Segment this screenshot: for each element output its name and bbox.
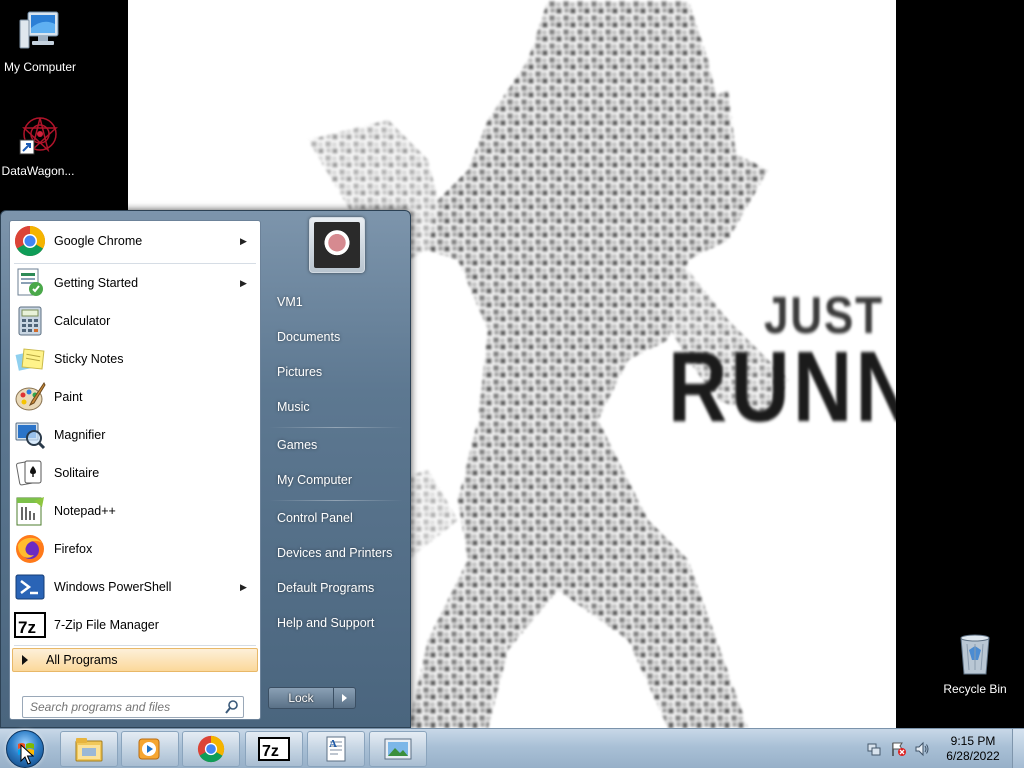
taskbar: 7z A 9:15 PM 6/28/2022 (0, 728, 1024, 768)
places-item-default-programs[interactable]: Default Programs (267, 573, 405, 603)
volume-icon[interactable] (914, 741, 930, 757)
separator (269, 427, 403, 428)
program-label: Notepad++ (54, 504, 116, 518)
chevron-right-icon (342, 694, 347, 702)
my-computer-icon (16, 8, 64, 56)
user-picture-icon (314, 222, 360, 268)
program-label: 7-Zip File Manager (54, 618, 159, 632)
firefox-icon (14, 533, 46, 565)
wallpaper-text-line2: RUNNI (668, 331, 896, 443)
notepadpp-icon (14, 495, 46, 527)
lock-button[interactable]: Lock (268, 687, 334, 709)
power-options-arrow-button[interactable] (334, 687, 356, 709)
program-label: Magnifier (54, 428, 106, 442)
paint-icon (14, 381, 46, 413)
program-label: Getting Started (54, 276, 139, 290)
program-item-solitaire[interactable]: Solitaire (12, 455, 258, 491)
mouse-cursor-icon (20, 744, 34, 765)
program-label: Solitaire (54, 466, 100, 480)
separator (269, 500, 403, 501)
picture-viewer-icon (384, 738, 412, 760)
taskbar-picture-viewer[interactable] (369, 731, 427, 767)
start-menu-places-pane: VM1 Documents Pictures Music Games My Co… (263, 211, 411, 729)
datawagon-icon (14, 112, 62, 160)
action-center-flag-icon[interactable] (890, 741, 906, 757)
powershell-icon (14, 571, 46, 603)
desktop-icon-my-computer[interactable]: My Computer (0, 8, 80, 74)
program-item-windows-powershell[interactable]: Windows PowerShell ▶ (12, 569, 258, 605)
places-item-music[interactable]: Music (267, 392, 405, 422)
desktop-icon-datawagon[interactable]: DataWagon... (0, 112, 78, 178)
places-item-my-computer[interactable]: My Computer (267, 465, 405, 495)
places-item-documents[interactable]: Documents (267, 322, 405, 352)
chrome-icon (14, 225, 46, 257)
lock-button-group: Lock (268, 687, 358, 709)
expand-arrow-icon (22, 655, 28, 665)
program-label: Calculator (54, 314, 111, 328)
start-search-box[interactable] (22, 696, 244, 718)
sticky-notes-icon (14, 343, 46, 375)
program-item-sticky-notes[interactable]: Sticky Notes (12, 341, 258, 377)
program-item-paint[interactable]: Paint (12, 379, 258, 415)
network-icon[interactable] (866, 741, 882, 757)
show-desktop-button[interactable] (1012, 729, 1024, 768)
submenu-arrow-icon: ▶ (240, 581, 247, 592)
program-item-magnifier[interactable]: Magnifier (12, 417, 258, 453)
user-avatar[interactable] (309, 217, 365, 273)
desktop-icon-label: DataWagon... (1, 164, 75, 178)
program-label: Google Chrome (54, 234, 143, 248)
program-item-calculator[interactable]: Calculator (12, 303, 258, 339)
magnifier-icon (14, 419, 46, 451)
taskbar-media-player[interactable] (121, 731, 179, 767)
clock-date: 6/28/2022 (946, 749, 1000, 763)
program-label: Windows PowerShell (54, 580, 172, 594)
file-explorer-icon (75, 738, 103, 762)
separator (14, 645, 256, 646)
svg-text:A: A (329, 738, 337, 750)
clock-time: 9:15 PM (950, 734, 996, 748)
places-item-pictures[interactable]: Pictures (267, 357, 405, 387)
wordpad-icon: A (326, 736, 346, 762)
all-programs-button[interactable]: All Programs (12, 648, 258, 672)
getting-started-icon (14, 267, 46, 299)
7zip-icon: 7z (14, 609, 46, 641)
solitaire-icon (14, 457, 46, 489)
media-player-icon (138, 738, 160, 760)
submenu-arrow-icon: ▶ (240, 277, 247, 288)
taskbar-7zip[interactable]: 7z (245, 731, 303, 767)
svg-text:7z: 7z (262, 743, 279, 760)
recycle-bin-icon (951, 630, 999, 678)
search-icon[interactable] (224, 699, 240, 715)
chrome-icon (197, 735, 225, 763)
start-menu: Google Chrome ▶ Getting Started ▶ Calcul… (0, 210, 411, 728)
desktop-icon-recycle-bin[interactable]: Recycle Bin (935, 630, 1015, 696)
places-item-devices-and-printers[interactable]: Devices and Printers (267, 538, 405, 568)
program-item-notepadpp[interactable]: Notepad++ (12, 493, 258, 529)
desktop-icon-label: My Computer (3, 60, 77, 74)
taskbar-wordpad[interactable]: A (307, 731, 365, 767)
places-item-vm1[interactable]: VM1 (267, 287, 405, 317)
7zip-icon: 7z (258, 737, 290, 761)
program-label: Firefox (54, 542, 93, 556)
start-menu-programs-pane: Google Chrome ▶ Getting Started ▶ Calcul… (9, 220, 261, 720)
desktop-icon-label: Recycle Bin (943, 682, 1007, 696)
submenu-arrow-icon: ▶ (240, 235, 247, 246)
separator (14, 263, 256, 264)
svg-text:7z: 7z (18, 618, 36, 637)
calculator-icon (14, 305, 46, 337)
program-item-7zip[interactable]: 7z 7-Zip File Manager (12, 607, 258, 643)
places-item-control-panel[interactable]: Control Panel (267, 503, 405, 533)
search-input[interactable] (30, 700, 224, 714)
system-clock[interactable]: 9:15 PM 6/28/2022 (938, 734, 1008, 764)
program-item-firefox[interactable]: Firefox (12, 531, 258, 567)
all-programs-label: All Programs (46, 653, 118, 667)
places-item-help-and-support[interactable]: Help and Support (267, 608, 405, 638)
taskbar-file-explorer[interactable] (60, 731, 118, 767)
program-label: Paint (54, 390, 83, 404)
program-item-google-chrome[interactable]: Google Chrome ▶ (12, 223, 258, 259)
program-label: Sticky Notes (54, 352, 124, 366)
places-item-games[interactable]: Games (267, 430, 405, 460)
program-item-getting-started[interactable]: Getting Started ▶ (12, 265, 258, 301)
taskbar-chrome[interactable] (182, 731, 240, 767)
